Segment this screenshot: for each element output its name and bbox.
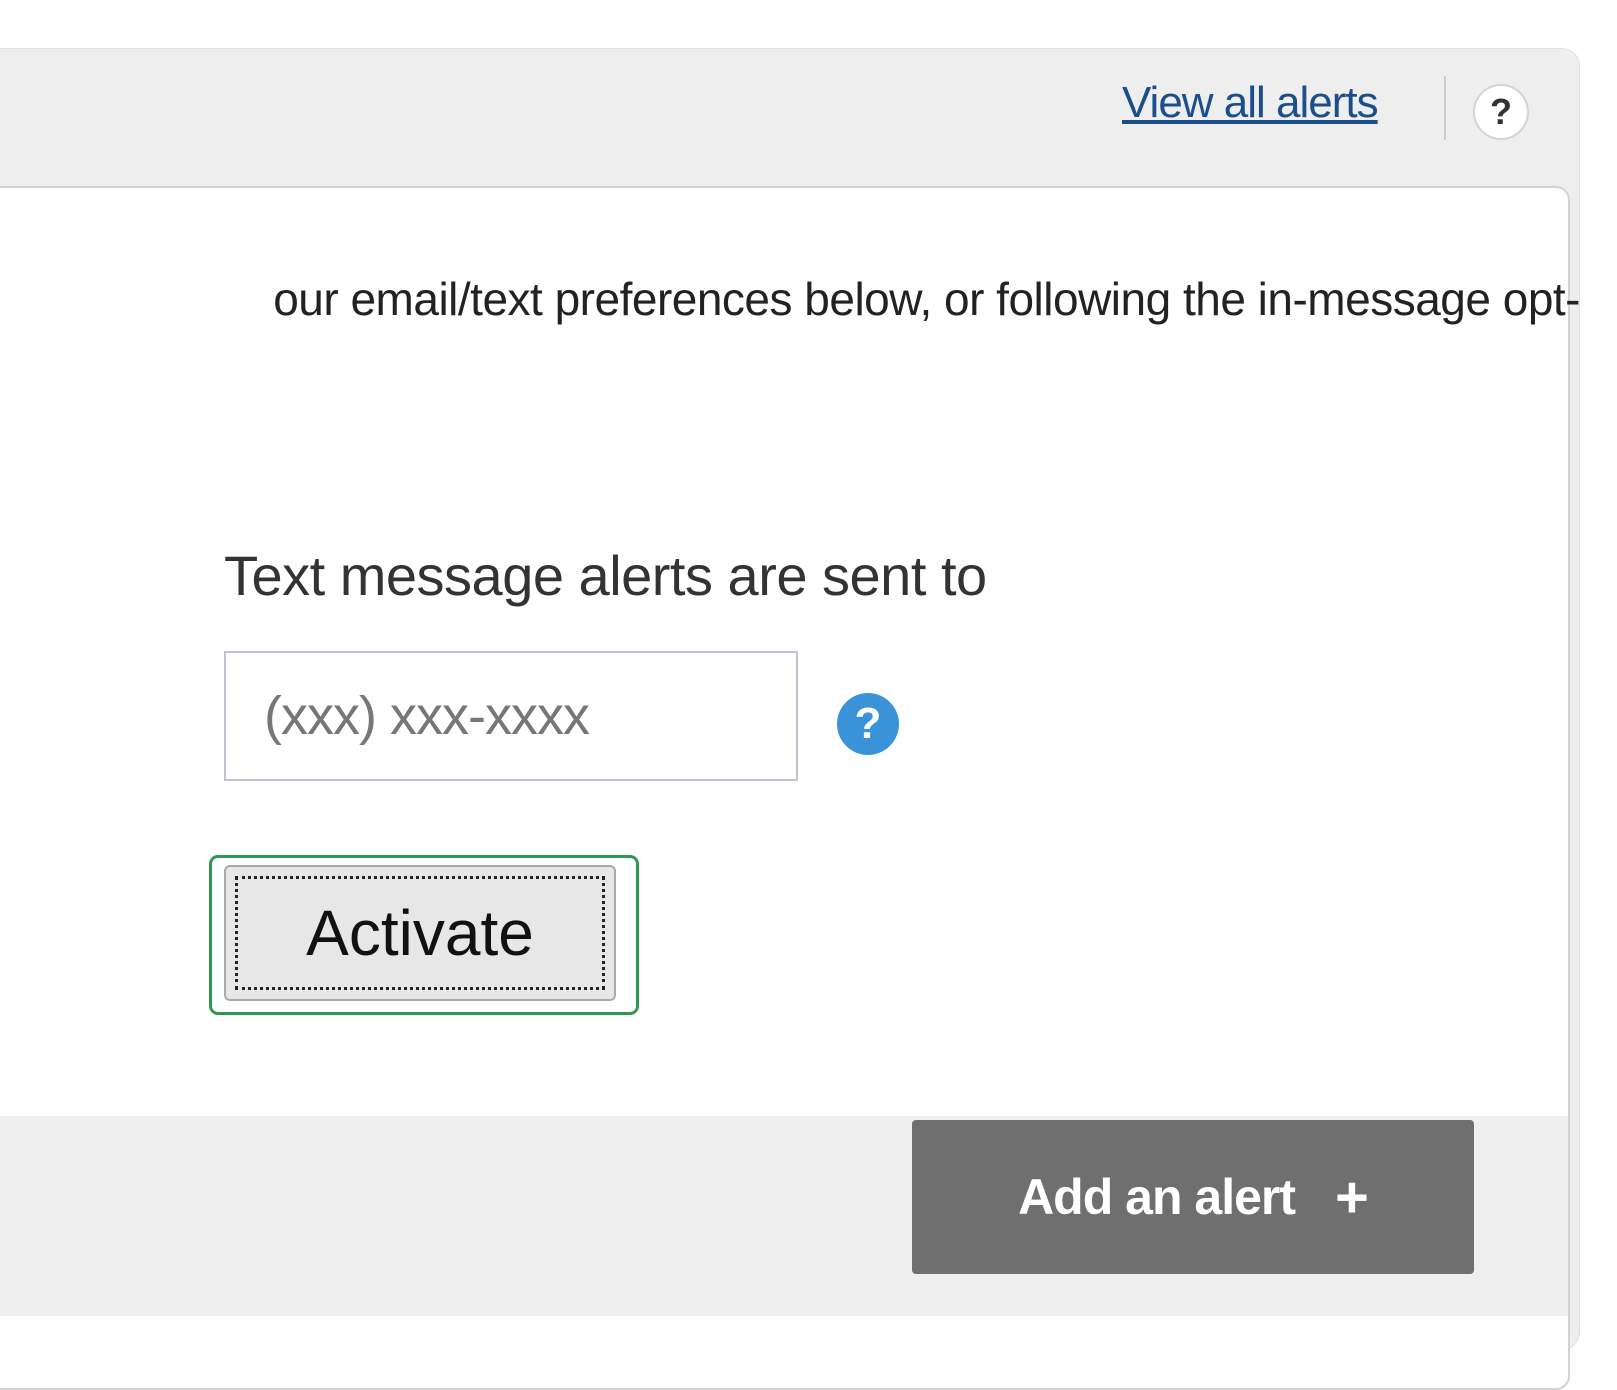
phone-number-input[interactable] [224,651,798,781]
help-icon[interactable]: ? [1473,84,1529,140]
add-alert-button[interactable]: Add an alert + [912,1120,1474,1274]
header-divider [1444,76,1446,140]
add-alert-label: Add an alert [1018,1169,1296,1225]
help-glyph: ? [1490,91,1512,132]
view-all-alerts-link[interactable]: View all alerts [1122,78,1379,128]
sms-alerts-label: Text message alerts are sent to [224,544,987,607]
activate-button[interactable]: Activate [224,865,616,1001]
phone-help-icon[interactable]: ? [837,693,899,755]
plus-icon: + [1335,1164,1369,1230]
preferences-info-text: our email/text preferences below, or fol… [273,273,1580,325]
phone-help-glyph: ? [854,699,882,748]
activate-label: Activate [306,897,534,969]
